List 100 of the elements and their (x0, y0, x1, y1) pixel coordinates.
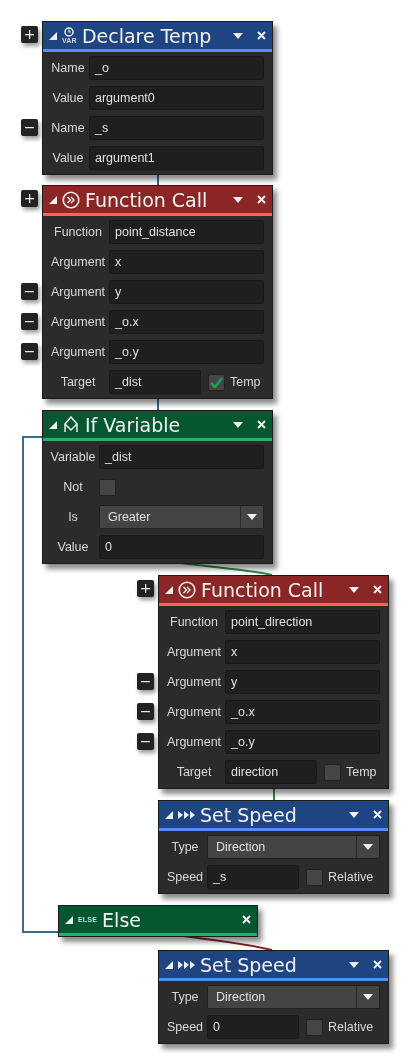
input-field[interactable]: point_direction (225, 610, 380, 634)
remove-button[interactable]: − (137, 673, 154, 690)
add-button[interactable]: + (21, 190, 38, 207)
field-label: Name (50, 61, 86, 75)
menu-caret-icon[interactable] (349, 811, 359, 818)
add-button[interactable]: + (21, 26, 38, 43)
checkbox[interactable] (208, 373, 225, 391)
field-label: Speed (165, 1020, 205, 1034)
input-field[interactable]: _dist (99, 445, 264, 469)
block-title: Declare Temp (81, 24, 213, 47)
input-field[interactable]: _s (89, 116, 264, 140)
field-label: Argument (165, 675, 223, 689)
field-label: Speed (165, 870, 205, 884)
close-icon[interactable] (373, 960, 382, 969)
field-label: Target (175, 765, 213, 779)
field-label: Function (53, 225, 103, 239)
field-label: Argument (165, 645, 223, 659)
block-header[interactable]: Set Speed (159, 951, 388, 981)
block-title: Function Call (85, 188, 209, 211)
close-icon[interactable] (242, 915, 251, 924)
menu-caret-icon[interactable] (233, 32, 243, 39)
block-header[interactable]: Function Call (159, 576, 388, 606)
block-title: If Variable (85, 413, 182, 436)
dropdown[interactable]: Greater (99, 505, 264, 529)
close-icon[interactable] (257, 195, 266, 204)
remove-button[interactable]: − (137, 733, 154, 750)
add-button[interactable]: + (137, 580, 154, 597)
input-field[interactable]: _dist (109, 370, 201, 394)
input-field[interactable]: 0 (99, 535, 264, 559)
close-icon[interactable] (373, 810, 382, 819)
field-label: Value (56, 540, 90, 554)
action-block[interactable]: If Variable Variable _dist Not Is Greater Value 0 (42, 410, 273, 564)
field-label: Argument (49, 345, 107, 359)
checkmark-icon (210, 376, 223, 388)
branch-icon (62, 415, 80, 434)
input-field[interactable]: 0 (207, 1015, 299, 1039)
field-label: Argument (49, 255, 107, 269)
field-label: Is (67, 510, 79, 524)
collapse-triangle-icon[interactable] (49, 420, 57, 429)
collapse-triangle-icon[interactable] (165, 810, 173, 819)
collapse-triangle-icon[interactable] (49, 195, 57, 204)
input-field[interactable]: _o.x (109, 310, 264, 334)
remove-button[interactable]: − (21, 313, 38, 330)
checkbox[interactable] (306, 1018, 323, 1036)
menu-caret-icon[interactable] (349, 961, 359, 968)
field-label: Type (170, 840, 200, 854)
field-label: Value (51, 91, 85, 105)
action-block[interactable]: Set Speed Type Direction Speed _s Relative (158, 800, 389, 894)
menu-caret-icon[interactable] (233, 196, 243, 203)
remove-button[interactable]: − (137, 703, 154, 720)
field-label: Argument (165, 735, 223, 749)
field-label: Argument (165, 705, 223, 719)
field-label: Type (170, 990, 200, 1004)
action-block[interactable]: Set Speed Type Direction Speed 0 Relative (158, 950, 389, 1044)
checkbox[interactable] (99, 478, 116, 496)
block-header[interactable]: If Variable (43, 411, 272, 441)
close-icon[interactable] (257, 420, 266, 429)
menu-caret-icon[interactable] (349, 586, 359, 593)
field-label: Target (59, 375, 97, 389)
remove-button[interactable]: − (21, 283, 38, 300)
remove-button[interactable]: − (21, 343, 38, 360)
input-field[interactable]: argument0 (89, 86, 264, 110)
input-field[interactable]: _o.y (225, 730, 380, 754)
collapse-triangle-icon[interactable] (49, 31, 57, 40)
fast-forward-circle-icon (62, 190, 80, 209)
input-field[interactable]: _o.y (109, 340, 264, 364)
input-field[interactable]: x (109, 250, 264, 274)
input-field[interactable]: y (109, 280, 264, 304)
checkbox[interactable] (306, 868, 323, 886)
block-header[interactable]: Function Call (43, 186, 272, 216)
field-label: Variable (49, 450, 97, 464)
dropdown-caret-icon[interactable] (363, 844, 373, 850)
remove-button[interactable]: − (21, 119, 38, 136)
input-field[interactable]: _o (89, 56, 264, 80)
input-field[interactable]: argument1 (89, 146, 264, 170)
dropdown[interactable]: Direction (207, 985, 380, 1009)
input-field[interactable]: _s (207, 865, 299, 889)
input-field[interactable]: point_distance (109, 220, 264, 244)
collapse-triangle-icon[interactable] (165, 585, 173, 594)
field-label: Argument (49, 315, 107, 329)
checkbox-label: Relative (328, 1020, 374, 1034)
checkbox-label: Relative (328, 870, 374, 884)
checkbox-label: Temp (346, 765, 377, 779)
dropdown-caret-icon[interactable] (247, 514, 257, 520)
input-field[interactable]: y (225, 670, 380, 694)
dropdown-caret-icon[interactable] (363, 994, 373, 1000)
collapse-triangle-icon[interactable] (165, 960, 173, 969)
input-field[interactable]: direction (225, 760, 317, 784)
field-label: Function (169, 615, 219, 629)
collapse-triangle-icon[interactable] (65, 915, 73, 924)
checkbox[interactable] (324, 763, 341, 781)
dropdown[interactable]: Direction (207, 835, 380, 859)
input-field[interactable]: _o.x (225, 700, 380, 724)
clock-icon (64, 27, 75, 37)
fast-forward-circle-icon (178, 580, 196, 599)
block-header[interactable]: Set Speed (159, 801, 388, 831)
close-icon[interactable] (373, 585, 382, 594)
input-field[interactable]: x (225, 640, 380, 664)
close-icon[interactable] (257, 31, 266, 40)
menu-caret-icon[interactable] (233, 421, 243, 428)
